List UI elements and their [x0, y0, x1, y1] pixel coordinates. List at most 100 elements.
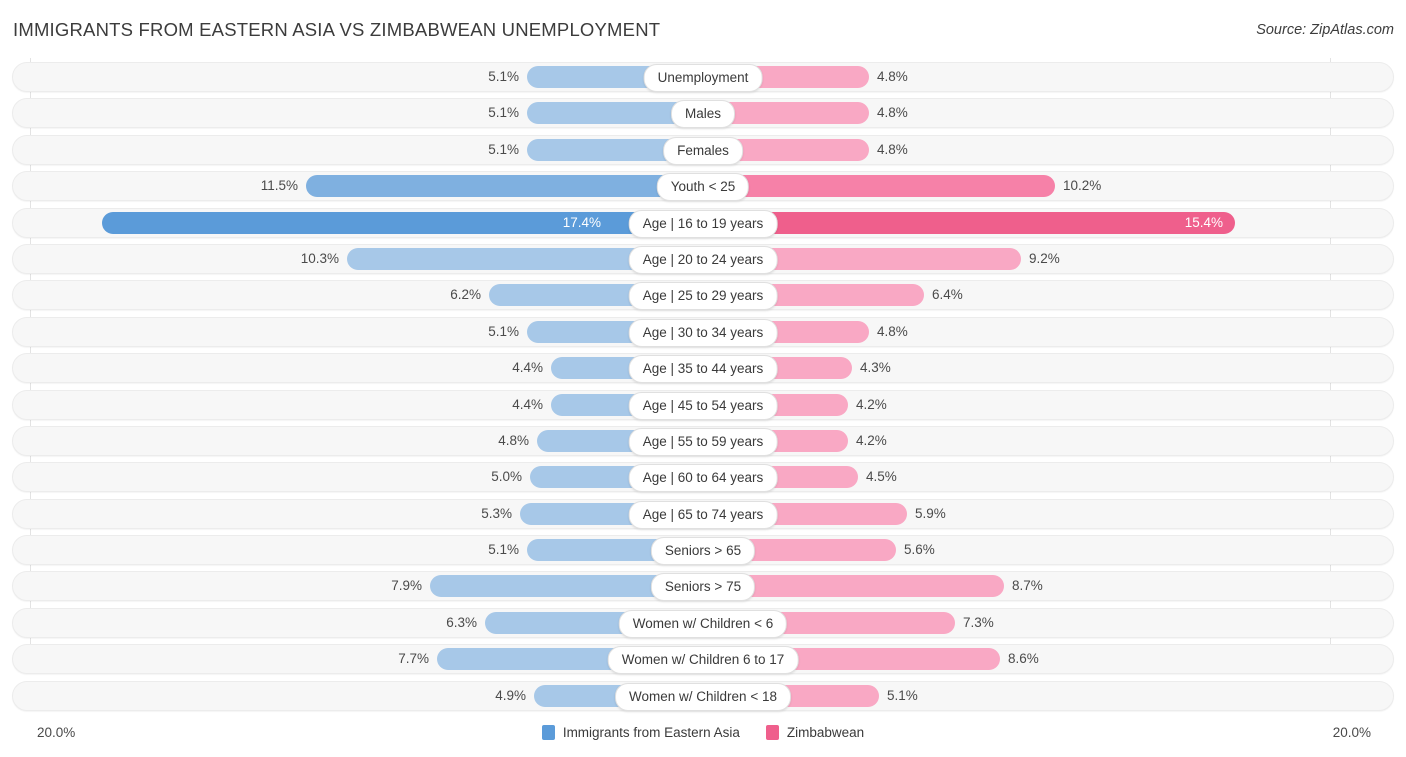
bar-value-left: 5.0%: [491, 469, 522, 485]
bar-value-right: 4.8%: [877, 141, 908, 157]
bar-value-left: 7.7%: [398, 651, 429, 667]
category-label: Age | 60 to 64 years: [628, 464, 778, 493]
bar-value-left: 4.8%: [498, 432, 529, 448]
right-series-cell: 15.4%: [703, 208, 1406, 238]
table-row: 5.1% 5.6% Seniors > 65: [0, 535, 1406, 566]
category-label: Age | 45 to 54 years: [628, 391, 778, 420]
legend-label: Zimbabwean: [786, 725, 865, 740]
bar-value-right: 8.6%: [1008, 651, 1039, 667]
right-series-cell: 9.2%: [703, 244, 1406, 274]
right-series-cell: 4.2%: [703, 426, 1406, 456]
bar-value-left: 6.2%: [450, 287, 481, 303]
chart-footer: 20.0% 20.0% Immigrants from Eastern Asia…: [0, 713, 1406, 757]
table-row: 5.3% 5.9% Age | 65 to 74 years: [0, 498, 1406, 529]
bar-value-right: 5.6%: [904, 542, 935, 558]
table-row: 5.1% 4.8% Females: [0, 134, 1406, 165]
category-label: Seniors > 65: [650, 537, 756, 566]
bar-value-right: 4.5%: [866, 469, 897, 485]
right-series-cell: 7.3%: [703, 608, 1406, 638]
left-series-cell: 7.9%: [0, 571, 703, 601]
table-row: 6.2% 6.4% Age | 25 to 29 years: [0, 280, 1406, 311]
category-label: Age | 20 to 24 years: [628, 245, 778, 274]
right-series-cell: 5.6%: [703, 535, 1406, 565]
category-label: Age | 25 to 29 years: [628, 282, 778, 311]
right-series-cell: 6.4%: [703, 280, 1406, 310]
bar-zimbabwean[interactable]: [703, 175, 1055, 198]
bar-value-right: 9.2%: [1029, 250, 1060, 266]
category-label: Age | 35 to 44 years: [628, 355, 778, 384]
left-series-cell: 6.2%: [0, 280, 703, 310]
category-label: Males: [670, 100, 736, 129]
left-series-cell: 4.4%: [0, 353, 703, 383]
bar-value-right: 5.1%: [887, 687, 918, 703]
legend-swatch-icon: [541, 725, 555, 740]
right-series-cell: 4.8%: [703, 62, 1406, 92]
bar-value-left: 6.3%: [446, 614, 477, 630]
bar-value-right: 10.2%: [1063, 178, 1102, 194]
left-series-cell: 4.8%: [0, 426, 703, 456]
right-series-cell: 8.6%: [703, 644, 1406, 674]
bar-zimbabwean[interactable]: [703, 211, 1235, 234]
bar-value-right: 8.7%: [1012, 578, 1043, 594]
right-series-cell: 10.2%: [703, 171, 1406, 201]
left-series-cell: 5.0%: [0, 462, 703, 492]
page-title: IMMIGRANTS FROM EASTERN ASIA VS ZIMBABWE…: [13, 19, 661, 40]
bar-value-right: 6.4%: [932, 287, 963, 303]
left-series-cell: 11.5%: [0, 171, 703, 201]
table-row: 5.1% 4.8% Males: [0, 98, 1406, 129]
bar-value-left: 4.4%: [512, 360, 543, 376]
bar-value-right: 4.8%: [877, 323, 908, 339]
right-series-cell: 4.8%: [703, 98, 1406, 128]
table-row: 10.3% 9.2% Age | 20 to 24 years: [0, 243, 1406, 274]
legend-item[interactable]: Zimbabwean: [765, 725, 865, 740]
left-series-cell: 5.3%: [0, 499, 703, 529]
category-label: Women w/ Children < 6: [618, 609, 788, 638]
bar-value-right: 4.8%: [877, 69, 908, 84]
left-series-cell: 4.9%: [0, 681, 703, 711]
left-series-cell: 17.4%: [0, 208, 703, 238]
left-series-cell: 5.1%: [0, 135, 703, 165]
table-row: 7.7% 8.6% Women w/ Children 6 to 17: [0, 644, 1406, 675]
left-series-cell: 6.3%: [0, 608, 703, 638]
category-label: Women w/ Children < 18: [615, 682, 791, 711]
bar-value-right: 15.4%: [1184, 214, 1223, 230]
left-series-cell: 7.7%: [0, 644, 703, 674]
category-label: Women w/ Children 6 to 17: [607, 646, 799, 675]
category-label: Unemployment: [643, 64, 763, 92]
table-row: 6.3% 7.3% Women w/ Children < 6: [0, 607, 1406, 638]
left-series-cell: 5.1%: [0, 317, 703, 347]
bar-value-left: 5.3%: [481, 505, 512, 521]
bar-value-left: 5.1%: [488, 141, 519, 157]
bar-value-left: 17.4%: [562, 214, 601, 230]
right-series-cell: 8.7%: [703, 571, 1406, 601]
right-series-cell: 5.9%: [703, 499, 1406, 529]
legend-label: Immigrants from Eastern Asia: [562, 725, 740, 740]
right-series-cell: 4.8%: [703, 317, 1406, 347]
bar-value-left: 11.5%: [260, 178, 298, 194]
bar-immigrants-from-eastern-asia[interactable]: [306, 175, 703, 198]
bar-value-right: 5.9%: [915, 505, 946, 521]
bar-value-left: 5.1%: [488, 542, 519, 558]
table-row: 7.9% 8.7% Seniors > 75: [0, 571, 1406, 602]
table-row: 5.1% 4.8% Age | 30 to 34 years: [0, 316, 1406, 347]
legend-swatch-icon: [765, 725, 779, 740]
right-series-cell: 5.1%: [703, 681, 1406, 711]
bar-immigrants-from-eastern-asia[interactable]: [102, 211, 703, 234]
right-series-cell: 4.5%: [703, 462, 1406, 492]
table-row: 4.8% 4.2% Age | 55 to 59 years: [0, 425, 1406, 456]
left-series-cell: 5.1%: [0, 98, 703, 128]
left-series-cell: 5.1%: [0, 62, 703, 92]
bar-value-left: 4.4%: [512, 396, 543, 412]
bar-value-left: 7.9%: [391, 578, 422, 594]
table-row: 4.9% 5.1% Women w/ Children < 18: [0, 680, 1406, 711]
bar-row-list: 5.1% 4.8% Unemployment 5.1% 4.8% Males 5.1% 4.8…: [0, 62, 1406, 717]
table-row: 5.1% 4.8% Unemployment: [0, 62, 1406, 92]
category-label: Age | 30 to 34 years: [628, 318, 778, 347]
table-row: 4.4% 4.3% Age | 35 to 44 years: [0, 353, 1406, 384]
bar-value-left: 5.1%: [488, 323, 519, 339]
legend-item[interactable]: Immigrants from Eastern Asia: [541, 725, 740, 740]
bar-value-left: 10.3%: [300, 250, 339, 266]
category-label: Age | 65 to 74 years: [628, 500, 778, 529]
chart-plot-area: 5.1% 4.8% Unemployment 5.1% 4.8% Males 5.1% 4.8…: [0, 58, 1406, 716]
chart-header: IMMIGRANTS FROM EASTERN ASIA VS ZIMBABWE…: [0, 0, 1406, 56]
